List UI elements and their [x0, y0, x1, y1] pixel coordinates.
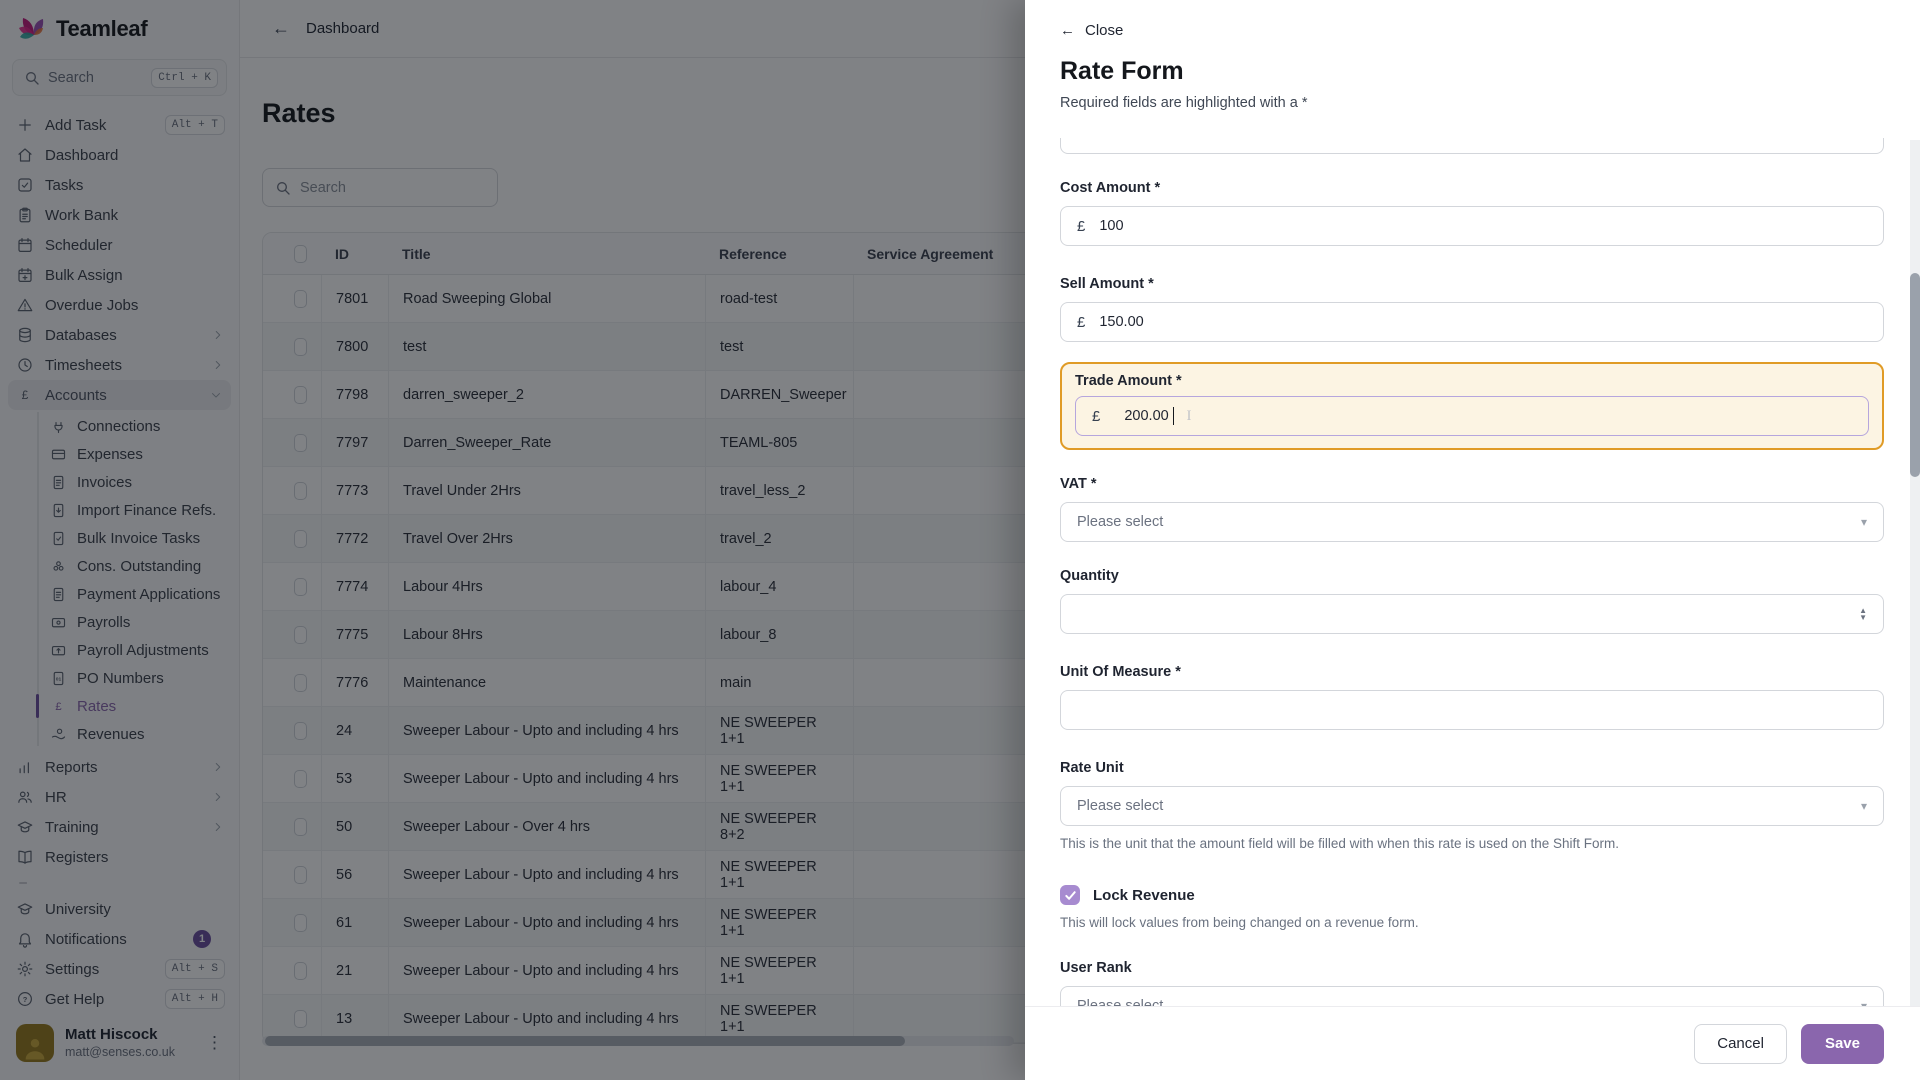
lock-revenue-help: This will lock values from being changed… [1060, 915, 1884, 930]
rate-unit-select[interactable]: Please select ▾ [1060, 786, 1884, 826]
check-icon [1064, 889, 1077, 902]
drawer-subtitle: Required fields are highlighted with a * [1060, 95, 1884, 111]
save-button[interactable]: Save [1801, 1024, 1884, 1064]
user-rank-select[interactable]: Please select ▾ [1060, 986, 1884, 1006]
quantity-label: Quantity [1060, 568, 1884, 584]
rate-unit-label: Rate Unit [1060, 760, 1884, 776]
chevron-down-icon: ▾ [1861, 999, 1867, 1006]
back-arrow-icon: ← [1060, 22, 1075, 39]
unit-of-measure-label: Unit Of Measure * [1060, 664, 1884, 680]
pound-symbol: £ [1077, 314, 1085, 331]
text-caret [1173, 407, 1175, 425]
quantity-stepper[interactable]: ▲▼ [1060, 594, 1884, 634]
ibeam-mouse-cursor: I [1184, 408, 1194, 425]
trade-amount-highlight-group: Trade Amount * £ 200.00 I [1060, 362, 1884, 450]
chevron-down-icon: ▾ [1861, 515, 1867, 529]
rate-unit-placeholder: Please select [1077, 798, 1163, 814]
stepper-arrows-icon[interactable]: ▲▼ [1859, 607, 1867, 621]
rate-form-drawer: ← Close Rate Form Required fields are hi… [1025, 0, 1920, 1080]
cost-amount-value: 100 [1099, 218, 1123, 234]
chevron-down-icon: ▾ [1861, 799, 1867, 813]
vat-placeholder: Please select [1077, 514, 1163, 530]
lock-revenue-label[interactable]: Lock Revenue [1093, 887, 1195, 904]
rate-form-body: Cost Amount * £ 100 Sell Amount * £ 150.… [1025, 138, 1920, 1006]
lock-revenue-row: Lock Revenue [1060, 885, 1884, 905]
user-rank-label: User Rank [1060, 960, 1884, 976]
vat-select[interactable]: Please select ▾ [1060, 502, 1884, 542]
drawer-header: ← Close Rate Form Required fields are hi… [1025, 0, 1920, 111]
sell-amount-input[interactable]: £ 150.00 [1060, 302, 1884, 342]
trade-amount-value: 200.00 [1124, 408, 1168, 424]
drawer-vertical-scrollbar[interactable] [1910, 140, 1920, 1006]
clipped-input-above[interactable] [1060, 138, 1884, 154]
close-label: Close [1085, 22, 1123, 39]
lock-revenue-checkbox[interactable] [1060, 885, 1080, 905]
sell-amount-value: 150.00 [1099, 314, 1143, 330]
trade-amount-label: Trade Amount * [1075, 373, 1869, 389]
unit-of-measure-input[interactable] [1060, 690, 1884, 730]
user-rank-placeholder: Please select [1077, 998, 1163, 1006]
vat-label: VAT * [1060, 476, 1884, 492]
pound-symbol: £ [1077, 218, 1085, 235]
drawer-title: Rate Form [1060, 57, 1884, 86]
trade-amount-input[interactable]: £ 200.00 I [1075, 396, 1869, 436]
cancel-button[interactable]: Cancel [1694, 1024, 1787, 1064]
scrollbar-thumb[interactable] [1910, 273, 1920, 477]
sell-amount-label: Sell Amount * [1060, 276, 1884, 292]
close-button[interactable]: ← Close [1060, 22, 1123, 39]
drawer-footer: Cancel Save [1025, 1006, 1920, 1080]
cost-amount-input[interactable]: £ 100 [1060, 206, 1884, 246]
rate-unit-help: This is the unit that the amount field w… [1060, 836, 1884, 851]
cost-amount-label: Cost Amount * [1060, 180, 1884, 196]
pound-symbol: £ [1092, 408, 1100, 425]
app: Teamleaf Search Ctrl + K Add TaskAlt + T… [0, 0, 1920, 1080]
modal-dim-overlay[interactable] [0, 0, 1025, 1080]
